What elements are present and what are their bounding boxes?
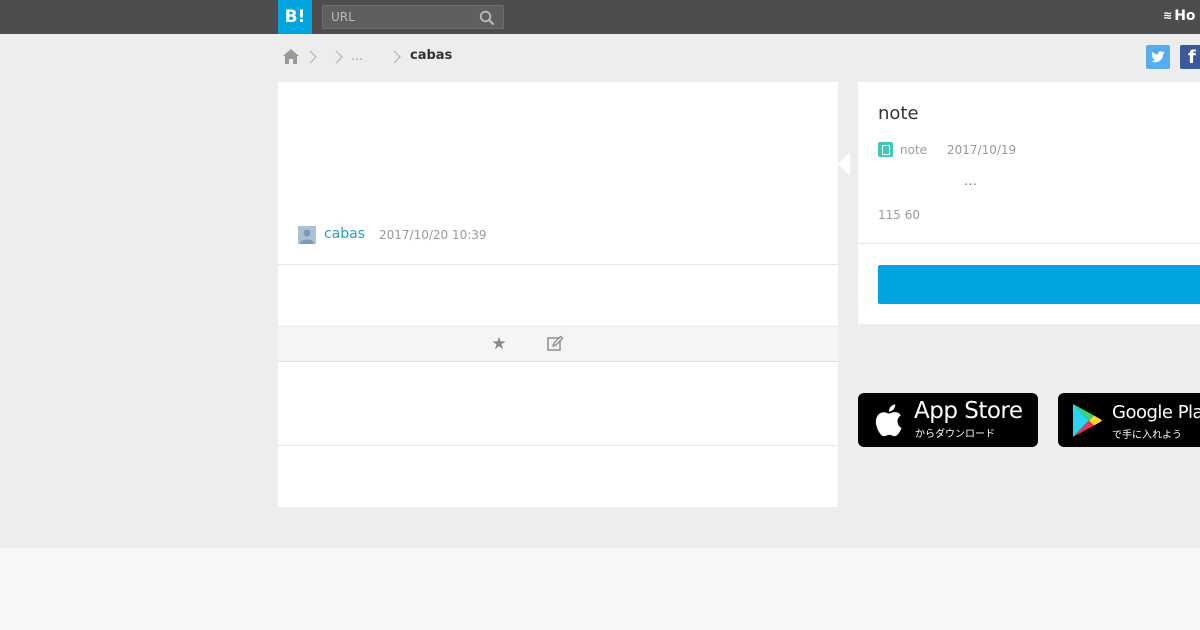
hatena-brand-link[interactable]: ≋ Ho xyxy=(1163,8,1196,24)
chevron-right-icon xyxy=(309,50,317,64)
star-button[interactable]: ★ xyxy=(489,334,509,354)
divider xyxy=(278,264,838,265)
avatar-silhouette-icon xyxy=(298,226,316,244)
bookmark-card: cabas 2017/10/20 10:39 ★ xyxy=(278,82,838,507)
apple-icon xyxy=(875,404,902,437)
site-favicon-icon xyxy=(878,142,893,157)
hatena-mark-icon: ≋ xyxy=(1163,9,1173,22)
entry-counts: 115 60 xyxy=(878,208,920,222)
chevron-right-icon xyxy=(393,50,401,64)
bookmark-username[interactable]: cabas xyxy=(324,226,365,242)
entry-action-button[interactable] xyxy=(878,265,1200,304)
google-play-icon xyxy=(1073,404,1102,437)
app-store-badge[interactable]: App Store からダウンロード xyxy=(858,393,1038,447)
entry-site-name[interactable]: note xyxy=(900,143,927,157)
breadcrumb-ellipsis[interactable]: … xyxy=(351,49,363,63)
divider xyxy=(858,243,1200,244)
google-play-subtitle: で手に入れよう xyxy=(1112,430,1182,441)
edit-icon[interactable] xyxy=(546,335,564,353)
google-play-title: Google Play xyxy=(1112,402,1200,423)
app-store-title: App Store xyxy=(914,398,1023,424)
entry-description: … xyxy=(964,174,977,189)
app-store-subtitle: からダウンロード xyxy=(915,429,995,440)
star-icon: ★ xyxy=(491,334,507,354)
twitter-share-button[interactable] xyxy=(1146,45,1170,69)
top-bar: B! ≋Ho xyxy=(0,0,1200,34)
user-avatar[interactable] xyxy=(298,226,316,244)
card-pointer xyxy=(838,152,850,176)
chevron-right-icon xyxy=(335,50,343,64)
hatena-brand-text: Ho xyxy=(1174,8,1196,24)
search-input[interactable] xyxy=(323,6,473,28)
facebook-icon: f xyxy=(1188,47,1196,68)
bookmark-action-bar: ★ xyxy=(278,326,838,362)
facebook-share-button[interactable]: f xyxy=(1180,45,1200,69)
hatena-bookmark-logo[interactable]: B! xyxy=(278,0,312,34)
breadcrumb-current: cabas xyxy=(410,48,453,63)
entry-card: note note 2017/10/19 … 115 60 xyxy=(858,82,1200,324)
divider xyxy=(278,445,838,446)
home-icon[interactable] xyxy=(282,48,300,65)
search-icon[interactable] xyxy=(479,10,495,26)
bookmark-date: 2017/10/20 10:39 xyxy=(379,228,487,242)
entry-title[interactable]: note xyxy=(878,103,919,124)
google-play-badge[interactable]: Google Play で手に入れよう xyxy=(1058,393,1200,447)
twitter-icon xyxy=(1151,51,1165,63)
entry-date: 2017/10/19 xyxy=(947,143,1017,157)
search-box xyxy=(322,5,504,29)
